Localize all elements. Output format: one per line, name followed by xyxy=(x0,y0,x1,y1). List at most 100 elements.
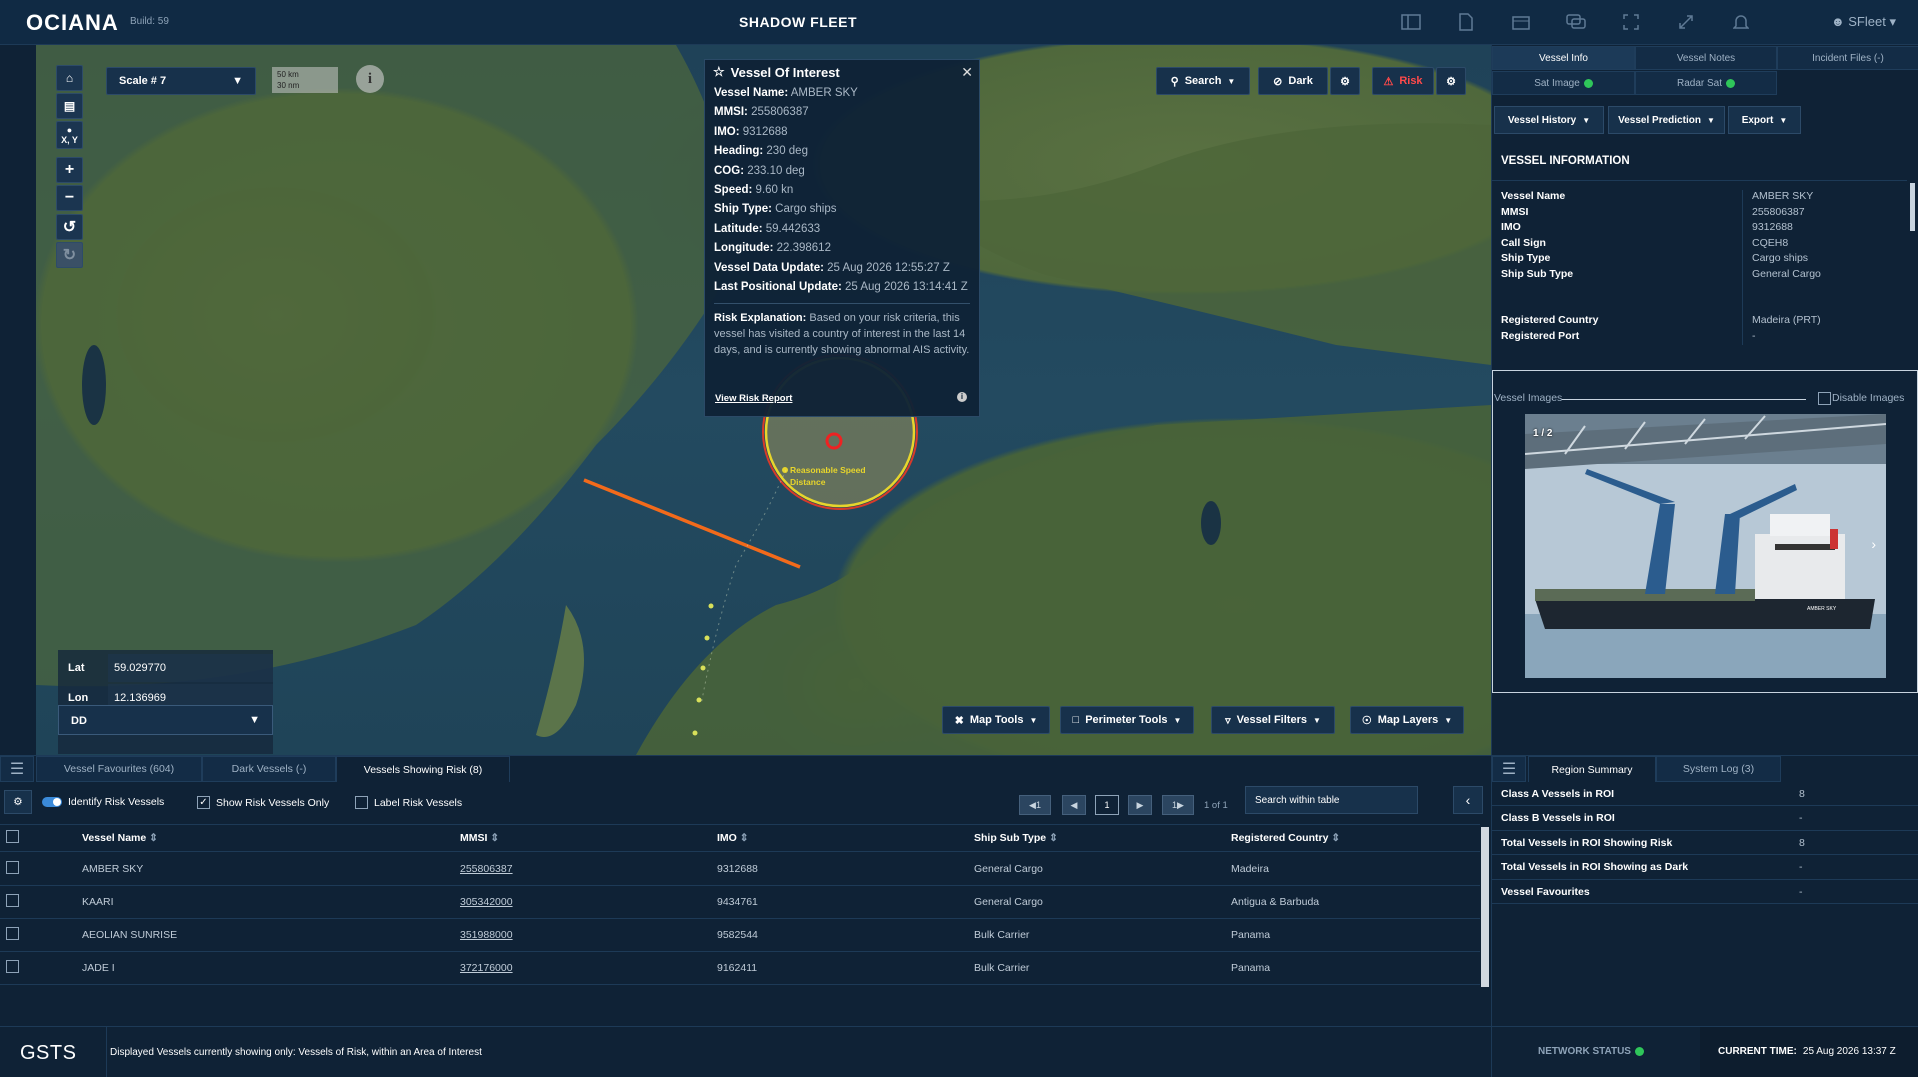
tab-region-summary[interactable]: Region Summary xyxy=(1528,756,1656,782)
scrollbar[interactable] xyxy=(1481,827,1489,987)
circle-label-1: Reasonable Speed xyxy=(790,465,866,475)
scale-indicator: 50 km 30 nm xyxy=(272,67,338,93)
mmsi-link[interactable]: 351988000 xyxy=(460,929,513,941)
vessel-info-row: Ship Sub Type General Cargo xyxy=(1492,267,1907,283)
last-page-button[interactable]: 1▶ xyxy=(1162,795,1194,815)
vessel-table-panel: ☰ Vessel Favourites (604) Dark Vessels (… xyxy=(0,755,1491,1026)
col-ship-sub-type[interactable]: Ship Sub Type ⇕ xyxy=(974,832,1231,844)
document-icon[interactable] xyxy=(1438,10,1493,34)
dark-settings-button[interactable]: ⚙ xyxy=(1330,67,1360,95)
col-imo[interactable]: IMO ⇕ xyxy=(717,832,974,844)
risk-settings-button[interactable]: ⚙ xyxy=(1436,67,1466,95)
user-menu[interactable]: ☻ SFleet ▾ xyxy=(1831,14,1896,30)
chat-icon[interactable] xyxy=(1548,10,1603,34)
toggle-switch[interactable] xyxy=(42,797,62,807)
book-icon[interactable]: ▤ xyxy=(56,93,83,119)
chevron-down-icon: ▼ xyxy=(1444,715,1453,725)
calendar-icon[interactable] xyxy=(1493,10,1548,34)
popup-row-value: 255806387 xyxy=(751,106,809,119)
select-all-checkbox[interactable] xyxy=(6,830,19,843)
expand-icon[interactable] xyxy=(1658,10,1713,34)
search-button[interactable]: ⚲ Search ▼ xyxy=(1156,67,1250,95)
tab-radar-sat[interactable]: Radar Sat xyxy=(1635,71,1777,95)
chevron-left-icon[interactable]: ‹ xyxy=(1453,786,1483,814)
vessel-info-row: Registered Country Madeira (PRT) xyxy=(1492,314,1907,330)
risk-button[interactable]: ⚠ Risk xyxy=(1372,67,1434,95)
menu-icon[interactable]: ☰ xyxy=(1492,756,1526,782)
vessel-prediction-button[interactable]: Vessel Prediction ▼ xyxy=(1608,106,1725,134)
tab-vessels-showing-risk[interactable]: Vessels Showing Risk (8) xyxy=(336,756,510,782)
first-page-button[interactable]: ◀1 xyxy=(1019,795,1051,815)
checkbox-checked[interactable]: ✓ xyxy=(197,796,210,809)
table-row[interactable]: KAARI 305342000 9434761 General Cargo Antigu… xyxy=(0,886,1480,919)
bell-icon[interactable] xyxy=(1713,10,1768,34)
home-icon[interactable]: ⌂ xyxy=(56,65,83,91)
layout-icon[interactable] xyxy=(1383,10,1438,34)
map-tools-button[interactable]: ✖ Map Tools ▼ xyxy=(942,706,1050,734)
summary-value: 8 xyxy=(1799,787,1805,800)
table-row[interactable]: AEOLIAN SUNRISE 351988000 9582544 Bulk Carr… xyxy=(0,919,1480,952)
disable-images-checkbox[interactable] xyxy=(1818,392,1831,405)
gear-icon: ⚙ xyxy=(1446,75,1456,88)
dark-button[interactable]: ⊘ Dark xyxy=(1258,67,1328,95)
next-page-button[interactable]: ▶ xyxy=(1128,795,1152,815)
network-status: NETWORK STATUS xyxy=(1538,1046,1644,1057)
divider xyxy=(714,303,970,305)
row-checkbox[interactable] xyxy=(6,894,19,907)
mmsi-link[interactable]: 372176000 xyxy=(460,962,513,974)
tab-vessel-favourites[interactable]: Vessel Favourites (604) xyxy=(36,756,202,782)
info-icon[interactable]: i xyxy=(957,392,967,402)
lat-value[interactable]: 59.029770 xyxy=(108,654,273,682)
vessel-history-button[interactable]: Vessel History ▼ xyxy=(1494,106,1604,134)
undo-icon[interactable]: ↺ xyxy=(56,214,83,240)
row-checkbox[interactable] xyxy=(6,960,19,973)
coordinate-format-select[interactable]: DD ▼ xyxy=(58,705,273,735)
popup-row: IMO: 9312688 xyxy=(705,123,979,142)
chevron-right-icon[interactable]: › xyxy=(1871,536,1876,552)
close-icon[interactable]: ✕ xyxy=(961,64,973,81)
region-summary-panel: ☰ Region Summary System Log (3) Class A … xyxy=(1491,755,1918,1026)
scrollbar[interactable] xyxy=(1910,183,1915,231)
export-button[interactable]: Export ▼ xyxy=(1728,106,1801,134)
row-checkbox[interactable] xyxy=(6,861,19,874)
map-layers-button[interactable]: ☉ Map Layers ▼ xyxy=(1350,706,1464,734)
popup-row-value: 233.10 deg xyxy=(747,164,805,177)
search-icon: ⚲ xyxy=(1170,75,1179,88)
mmsi-link[interactable]: 305342000 xyxy=(460,896,513,908)
info-icon[interactable]: i xyxy=(356,65,384,93)
tab-incident-files[interactable]: Incident Files (-) xyxy=(1777,46,1918,70)
page-number[interactable]: 1 xyxy=(1095,795,1119,815)
fullscreen-icon[interactable] xyxy=(1603,10,1658,34)
tab-sat-image[interactable]: Sat Image xyxy=(1492,71,1635,95)
tab-vessel-info[interactable]: Vessel Info xyxy=(1492,46,1635,70)
tab-dark-vessels[interactable]: Dark Vessels (-) xyxy=(202,756,336,782)
table-row[interactable]: JADE I 372176000 9162411 Bulk Carrier Panama xyxy=(0,952,1480,985)
row-checkbox[interactable] xyxy=(6,927,19,940)
chevron-down-icon: ▼ xyxy=(249,714,260,726)
vessel-info-value: CQEH8 xyxy=(1752,236,1789,249)
zoom-out-button[interactable]: − xyxy=(56,185,83,211)
tab-system-log[interactable]: System Log (3) xyxy=(1656,756,1781,782)
zoom-in-button[interactable]: + xyxy=(56,157,83,183)
perimeter-tools-button[interactable]: □ Perimeter Tools ▼ xyxy=(1060,706,1194,734)
table-row[interactable]: AMBER SKY 255806387 9312688 General Cargo Ma… xyxy=(0,853,1480,886)
checkbox[interactable] xyxy=(355,796,368,809)
redo-icon[interactable]: ↻ xyxy=(56,242,83,268)
xy-coordinates-button[interactable]: ● X, Y xyxy=(56,121,83,149)
mmsi-link[interactable]: 255806387 xyxy=(460,863,513,875)
view-risk-report-link[interactable]: View Risk Report xyxy=(715,393,792,404)
vessel-filters-button[interactable]: ▿ Vessel Filters ▼ xyxy=(1211,706,1335,734)
star-icon[interactable]: ☆ xyxy=(713,64,725,80)
col-registered-country[interactable]: Registered Country ⇕ xyxy=(1231,832,1480,844)
identify-risk-toggle[interactable]: Identify Risk Vessels xyxy=(42,796,164,808)
label-risk-checkbox[interactable]: Label Risk Vessels xyxy=(355,796,462,809)
table-search-input[interactable]: Search within table xyxy=(1245,786,1418,814)
col-vessel-name[interactable]: Vessel Name ⇕ xyxy=(82,832,460,844)
tab-vessel-notes[interactable]: Vessel Notes xyxy=(1635,46,1777,70)
show-risk-only-checkbox[interactable]: ✓ Show Risk Vessels Only xyxy=(197,796,329,809)
menu-icon[interactable]: ☰ xyxy=(0,756,34,782)
col-mmsi[interactable]: MMSI ⇕ xyxy=(460,832,717,844)
prev-page-button[interactable]: ◀ xyxy=(1062,795,1086,815)
scale-select[interactable]: Scale # 7 ▼ xyxy=(106,67,256,95)
table-settings-button[interactable]: ⚙ xyxy=(4,790,32,814)
